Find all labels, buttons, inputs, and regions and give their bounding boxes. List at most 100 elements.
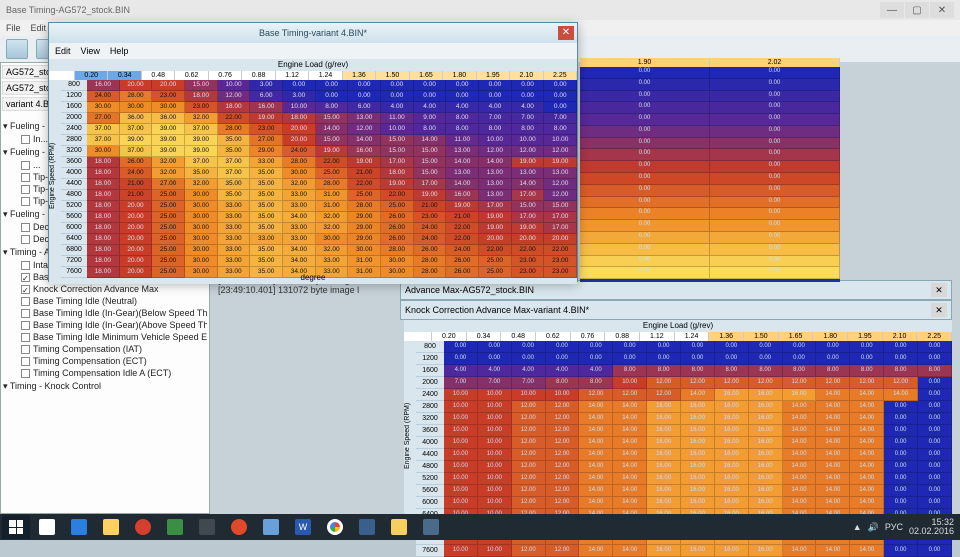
checkbox[interactable]: [21, 369, 30, 378]
cell[interactable]: 39.00: [152, 124, 185, 135]
cell[interactable]: 12.00: [512, 413, 546, 425]
cell[interactable]: 4.00: [546, 365, 580, 377]
cell[interactable]: 4.00: [512, 102, 545, 113]
table-row[interactable]: 240037.0037.0039.0037.0028.0023.0020.001…: [61, 124, 577, 135]
cell[interactable]: 20.00: [544, 234, 577, 245]
knock-correction-table[interactable]: Engine Load (g/rev) 0.200.340.480.620.76…: [404, 320, 952, 534]
cell[interactable]: 0.00: [613, 341, 647, 353]
cell[interactable]: 16.00: [715, 473, 749, 485]
table-row[interactable]: 20007.007.007.008.008.0010.0012.0012.001…: [416, 377, 952, 389]
cell[interactable]: 35.00: [218, 146, 251, 157]
cell[interactable]: 0.00: [544, 91, 577, 102]
cell[interactable]: 14.00: [613, 473, 647, 485]
cell[interactable]: 14.00: [783, 497, 817, 509]
cell[interactable]: 30.00: [87, 146, 120, 157]
cell[interactable]: 8.00: [613, 365, 647, 377]
cell[interactable]: 12.00: [512, 473, 546, 485]
cell[interactable]: 19.00: [316, 146, 349, 157]
checkbox[interactable]: [21, 321, 30, 330]
cell[interactable]: 25.00: [479, 256, 512, 267]
cell[interactable]: 16.00: [647, 497, 681, 509]
cell[interactable]: 12.00: [850, 377, 884, 389]
cell[interactable]: 30.00: [152, 102, 185, 113]
cell[interactable]: 12.00: [579, 389, 613, 401]
cell[interactable]: 4.00: [444, 365, 478, 377]
cell[interactable]: 14.00: [579, 425, 613, 437]
cell[interactable]: 29.00: [348, 234, 381, 245]
cell[interactable]: 10.00: [478, 497, 512, 509]
cell[interactable]: 18.00: [381, 168, 414, 179]
cell[interactable]: 0.00: [884, 437, 918, 449]
cell[interactable]: 14.00: [414, 135, 447, 146]
cell[interactable]: 33.00: [218, 212, 251, 223]
cell[interactable]: 22.00: [446, 223, 479, 234]
table-row[interactable]: 480010.0010.0012.0012.0014.0014.0016.001…: [416, 461, 952, 473]
cell[interactable]: 16.00: [749, 449, 783, 461]
cell[interactable]: 16.00: [681, 461, 715, 473]
cell[interactable]: 20.00: [120, 245, 153, 256]
cell[interactable]: 34.00: [283, 256, 316, 267]
taskbar-icon[interactable]: [352, 515, 382, 539]
cell[interactable]: 22.00: [348, 179, 381, 190]
cell[interactable]: 16.00: [446, 190, 479, 201]
cell[interactable]: 12.00: [613, 389, 647, 401]
table-row[interactable]: 760010.0010.0012.0012.0014.0014.0016.001…: [416, 545, 952, 557]
checkbox[interactable]: [21, 297, 30, 306]
checkbox[interactable]: [21, 309, 30, 318]
table-row[interactable]: 360018.0026.0032.0037.0037.0033.0028.002…: [61, 157, 577, 168]
cell[interactable]: 7.00: [444, 377, 478, 389]
cell[interactable]: 14.00: [783, 425, 817, 437]
cell[interactable]: 4.00: [579, 365, 613, 377]
cell[interactable]: 21.00: [414, 201, 447, 212]
modal-titlebar[interactable]: Base Timing-variant 4.BIN* ✕: [49, 23, 577, 43]
menu-help[interactable]: Help: [110, 46, 129, 56]
cell[interactable]: 0.00: [446, 91, 479, 102]
cell[interactable]: 0.00: [783, 341, 817, 353]
cell[interactable]: 34.00: [283, 212, 316, 223]
table-row[interactable]: 400018.0024.0032.0035.0037.0035.0030.002…: [61, 168, 577, 179]
cell[interactable]: 14.00: [783, 449, 817, 461]
cell[interactable]: 14.00: [783, 545, 817, 557]
cell[interactable]: 16.00: [681, 401, 715, 413]
cell[interactable]: 30.00: [185, 256, 218, 267]
cell[interactable]: 16.00: [715, 449, 749, 461]
cell[interactable]: 0.00: [884, 449, 918, 461]
cell[interactable]: 20.00: [120, 223, 153, 234]
cell[interactable]: 14.00: [816, 461, 850, 473]
cell[interactable]: 0.00: [918, 341, 952, 353]
cell[interactable]: 22.00: [512, 245, 545, 256]
cell[interactable]: 19.00: [512, 157, 545, 168]
cell[interactable]: 12.00: [546, 545, 580, 557]
cell[interactable]: 14.00: [613, 437, 647, 449]
cell[interactable]: 8.00: [546, 377, 580, 389]
cell[interactable]: 0.00: [884, 485, 918, 497]
cell[interactable]: 19.00: [512, 223, 545, 234]
cell[interactable]: 18.00: [87, 245, 120, 256]
tree-item[interactable]: Base Timing Idle Minimum Vehicle Speed E…: [3, 331, 207, 343]
base-timing-window[interactable]: Base Timing-variant 4.BIN* ✕ Edit View H…: [48, 22, 578, 282]
cell[interactable]: 0.00: [918, 497, 952, 509]
cell[interactable]: 12.00: [544, 190, 577, 201]
cell[interactable]: 0.00: [647, 341, 681, 353]
cell[interactable]: 0.00: [446, 80, 479, 91]
cell[interactable]: 0.00: [381, 91, 414, 102]
cell[interactable]: 16.00: [681, 425, 715, 437]
taskbar-icon[interactable]: [160, 515, 190, 539]
cell[interactable]: 0.00: [414, 91, 447, 102]
cell[interactable]: 12.00: [512, 401, 546, 413]
cell[interactable]: 12.00: [512, 449, 546, 461]
cell[interactable]: 27.00: [152, 179, 185, 190]
cell[interactable]: 0.00: [512, 80, 545, 91]
cell[interactable]: 26.00: [120, 157, 153, 168]
cell[interactable]: 30.00: [381, 267, 414, 278]
cell[interactable]: 17.00: [512, 212, 545, 223]
table-row[interactable]: 520018.0020.0025.0030.0033.0035.0033.003…: [61, 201, 577, 212]
cell[interactable]: 16.00: [749, 473, 783, 485]
cell[interactable]: 16.00: [715, 485, 749, 497]
cell[interactable]: 0.00: [918, 449, 952, 461]
cell[interactable]: 16.00: [749, 413, 783, 425]
cell[interactable]: 0.00: [918, 473, 952, 485]
cell[interactable]: 0.00: [316, 80, 349, 91]
checkbox[interactable]: [21, 173, 30, 182]
cell[interactable]: 37.00: [218, 168, 251, 179]
